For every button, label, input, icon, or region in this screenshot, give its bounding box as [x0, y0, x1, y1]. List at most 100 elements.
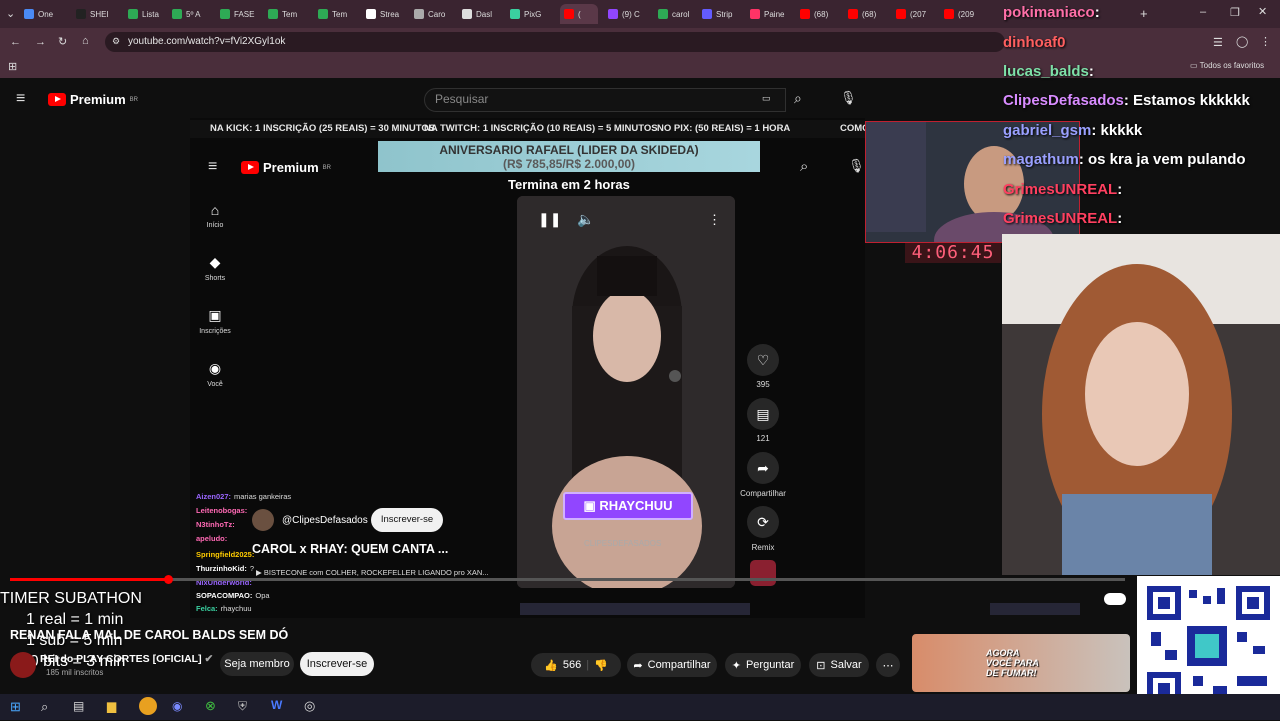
tab-label: FASE — [234, 9, 255, 19]
search-icon[interactable]: ⌕ — [794, 90, 802, 107]
browser-tab[interactable]: (68) — [848, 4, 892, 24]
browser-tab[interactable]: carol — [658, 4, 702, 24]
overlay-chat-user: GrimesUNREAL — [1003, 181, 1118, 198]
tab-label: Tem — [332, 9, 348, 19]
guest-webcam-frame — [1002, 234, 1280, 584]
windows-start-icon[interactable]: ⊞ — [10, 699, 21, 715]
thumbs-up-icon[interactable]: 👍 — [544, 659, 558, 672]
browser-tab[interactable]: Caro — [414, 4, 458, 24]
channel-name[interactable]: REI do PLAY CORTES [OFICIAL] ✔ — [40, 653, 213, 665]
autoplay-toggle[interactable] — [1104, 593, 1126, 605]
youtube-play-icon — [48, 93, 66, 106]
browser-tab[interactable]: 5º A — [172, 4, 216, 24]
browser-tab[interactable]: One — [24, 4, 68, 24]
inner-nav-you: ◉ Você — [197, 360, 233, 388]
overlay-chat-message: : — [1117, 181, 1123, 198]
home-icon[interactable]: ⌂ — [82, 35, 89, 47]
menu-icon[interactable]: ⋮ — [1260, 35, 1271, 48]
browser-tab[interactable]: Strea — [366, 4, 410, 24]
overlay-chat-line: ClipesDefasados: Estamos kkkkkk — [1003, 92, 1250, 109]
browser-tab[interactable]: Tem — [268, 4, 312, 24]
overlay-chat-message: : — [1088, 63, 1094, 80]
keyboard-icon[interactable]: ▭ — [762, 93, 771, 104]
overlay-chat-user: GrimesUNREAL — [1003, 210, 1118, 227]
file-explorer-icon[interactable]: ▆ — [107, 699, 116, 713]
channel-avatar[interactable] — [10, 652, 36, 678]
join-button[interactable]: Seja membro — [220, 652, 294, 676]
browser-tab[interactable]: (207 — [896, 4, 940, 24]
browser-tab[interactable]: SHEI — [76, 4, 120, 24]
forward-icon[interactable]: → — [35, 36, 46, 48]
close-window-icon[interactable]: ✕ — [1258, 5, 1267, 18]
tab-label: Dasl — [476, 9, 493, 19]
subscribe-button[interactable]: Inscrever-se — [300, 652, 374, 676]
browser-tab[interactable]: FASE — [220, 4, 264, 24]
hamburger-menu-icon[interactable]: ≡ — [16, 90, 25, 108]
tab-label: Paine — [764, 9, 785, 19]
browser-tab[interactable]: (209 — [944, 4, 988, 24]
ask-button[interactable]: ✦ Perguntar — [725, 653, 801, 677]
microphone-icon[interactable]: 🎙 — [840, 90, 857, 106]
browser-tab[interactable]: PixG — [510, 4, 554, 24]
tab-favicon-icon — [24, 9, 34, 19]
browser-tab[interactable]: Paine — [750, 4, 794, 24]
subscriber-count: 185 mil inscritos — [46, 668, 104, 677]
windows-taskbar: ⊞ ⌕ ▤ ▆ ◉ ⊗ ⛨ W ◎ — [0, 694, 1280, 720]
apps-icon[interactable]: ⊞ — [8, 60, 17, 73]
shorts-icon: ◆ — [209, 254, 221, 270]
save-button[interactable]: ⊡ Salvar — [809, 653, 869, 677]
site-info-icon[interactable]: ⚙ — [112, 36, 120, 47]
maximize-icon[interactable]: ❐ — [1230, 6, 1240, 19]
inner-nav-shorts: ◆ Shorts — [197, 254, 233, 282]
back-icon[interactable]: ← — [10, 36, 21, 48]
more-horizontal-icon: ⋯ — [882, 659, 894, 672]
reload-icon[interactable]: ↻ — [58, 35, 67, 48]
bookmarks-folder[interactable]: ▭ Todos os favoritos — [1190, 61, 1264, 70]
browser-tab[interactable]: (9) C — [608, 4, 652, 24]
chrome-icon[interactable] — [139, 697, 157, 715]
short-watermark: CLIPESDEFASADOS — [584, 539, 662, 548]
youtube-logo[interactable]: Premium BR — [48, 92, 138, 107]
inner-chat-user: Aizen027: — [196, 492, 232, 501]
task-view-icon[interactable]: ▤ — [73, 699, 84, 713]
inner-logo-badge: BR — [322, 164, 331, 171]
video-progress-fill — [10, 578, 170, 581]
minimize-icon[interactable]: – — [1200, 6, 1206, 18]
inner-mic-icon: 🎙 — [848, 158, 865, 173]
xbox-icon[interactable]: ⊗ — [205, 698, 216, 714]
overlay-chat-user: gabriel_gsm — [1003, 122, 1092, 139]
twitch-badge: ▣ RHAYCHUU — [563, 492, 693, 520]
inner-logo-text: Premium — [263, 160, 319, 175]
share-button[interactable]: ➦ Compartilhar — [627, 653, 717, 677]
browser-tab[interactable]: (68) — [800, 4, 844, 24]
word-icon[interactable]: W — [271, 698, 282, 712]
browser-tab[interactable]: Lista — [128, 4, 172, 24]
browser-tab[interactable]: ( — [560, 4, 598, 24]
ad-thumbnail[interactable]: AGORA VOCÊ PARA DE FUMAR! — [912, 634, 1130, 692]
discord-icon[interactable]: ◉ — [172, 699, 182, 713]
ask-button-label: Perguntar — [745, 659, 795, 671]
extensions-icon[interactable]: ☰ — [1213, 36, 1223, 49]
logo-badge: BR — [129, 96, 138, 103]
browser-tab[interactable]: Dasl — [462, 4, 506, 24]
overlay-chat-message: : — [1094, 4, 1100, 21]
overlay-chat-message: : — [1117, 210, 1123, 227]
tab-search-icon[interactable]: ⌄ — [6, 7, 15, 20]
browser-tab[interactable]: Tem — [318, 4, 362, 24]
overlay-chat-user: dinhoaf0 — [1003, 34, 1066, 51]
more-actions-button[interactable]: ⋯ — [876, 653, 900, 677]
security-icon[interactable]: ⛨ — [238, 699, 247, 714]
thumbs-down-icon[interactable]: 👎 — [594, 659, 608, 672]
new-tab-icon[interactable]: + — [1140, 6, 1148, 21]
taskbar-search-icon[interactable]: ⌕ — [41, 699, 48, 715]
tab-favicon-icon — [608, 9, 618, 19]
inner-chat-line: SOPACOMPAO: Opa — [196, 591, 270, 600]
profile-icon[interactable]: ◯ — [1236, 35, 1248, 48]
comment-icon: ▤ — [747, 398, 779, 430]
video-scrubber[interactable] — [164, 575, 173, 584]
obs-icon[interactable]: ◎ — [304, 698, 315, 714]
video-progress-bar[interactable] — [10, 578, 1125, 581]
like-dislike-group: 👍 566 | 👎 — [531, 653, 621, 677]
like-count-main[interactable]: 566 — [563, 659, 581, 671]
browser-tab[interactable]: Strip — [702, 4, 746, 24]
